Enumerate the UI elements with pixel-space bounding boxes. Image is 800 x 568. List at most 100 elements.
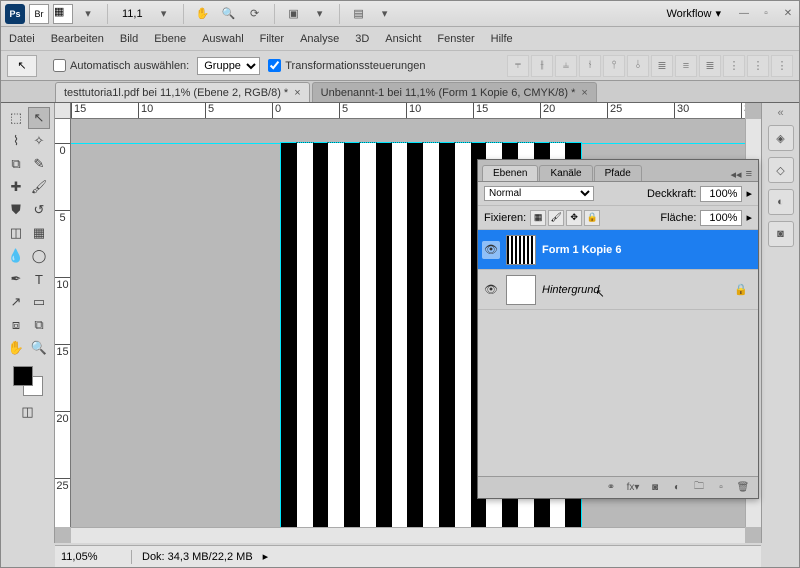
dodge-tool-icon[interactable]: ◯ [28, 245, 50, 267]
align-vcenter-icon[interactable]: ⫲ [531, 55, 553, 77]
tab-ebenen[interactable]: Ebenen [482, 165, 538, 181]
link-layers-icon[interactable]: ⚭ [602, 480, 620, 496]
zoom-tool-icon[interactable]: 🔍 [218, 3, 240, 25]
menu-3d[interactable]: 3D [355, 33, 369, 45]
distribute-bottom-icon[interactable]: ≣ [699, 55, 721, 77]
fill-value[interactable]: 100% [700, 210, 742, 226]
history-brush-tool-icon[interactable]: ↺ [28, 199, 50, 221]
zoom-value[interactable]: 11,1 [116, 8, 149, 20]
move-tool-icon[interactable]: ↖ [28, 107, 50, 129]
type-tool-icon[interactable]: T [28, 268, 50, 290]
ruler-origin[interactable] [55, 103, 71, 119]
layer-row[interactable]: 👁 Hintergrund ↖ 🔒 [478, 270, 758, 310]
distribute-top-icon[interactable]: ≣ [651, 55, 673, 77]
blend-mode-select[interactable]: Normal [484, 186, 594, 201]
blur-tool-icon[interactable]: 💧 [5, 245, 27, 267]
camera-dock-icon[interactable]: ◙ [768, 221, 794, 247]
lock-all-icon[interactable]: 🔒 [584, 210, 600, 226]
path-select-tool-icon[interactable]: ↗ [5, 291, 27, 313]
doc-size-status[interactable]: Dok: 34,3 MB/22,2 MB [142, 551, 253, 563]
gradient-tool-icon[interactable]: ▦ [28, 222, 50, 244]
dropdown-icon[interactable]: ▾ [153, 3, 175, 25]
document-tab[interactable]: testtutoria1l.pdf bei 11,1% (Ebene 2, RG… [55, 82, 310, 102]
auto-select-checkbox[interactable]: Automatisch auswählen: [53, 59, 189, 72]
screen-mode-icon[interactable]: ▣ [283, 3, 305, 25]
menu-auswahl[interactable]: Auswahl [202, 33, 244, 45]
arrange-icon[interactable]: ▤ [348, 3, 370, 25]
shape-tool-icon[interactable]: ▭ [28, 291, 50, 313]
menu-bearbeiten[interactable]: Bearbeiten [51, 33, 104, 45]
lasso-tool-icon[interactable]: ⌇ [5, 130, 27, 152]
3d-camera-tool-icon[interactable]: ⧉ [28, 314, 50, 336]
align-top-icon[interactable]: ⫧ [507, 55, 529, 77]
lock-position-icon[interactable]: ✥ [566, 210, 582, 226]
dropdown-icon[interactable]: ▸ [263, 550, 269, 563]
close-icon[interactable]: × [294, 87, 300, 99]
align-bottom-icon[interactable]: ⫨ [555, 55, 577, 77]
horizontal-scrollbar[interactable] [71, 527, 745, 543]
hand-tool-icon[interactable]: ✋ [192, 3, 214, 25]
layer-row[interactable]: 👁 Form 1 Kopie 6 [478, 230, 758, 270]
quickmask-icon[interactable]: ◫ [17, 401, 39, 423]
stamp-tool-icon[interactable]: ⛊ [5, 199, 27, 221]
new-layer-icon[interactable]: ▫ [712, 480, 730, 496]
marquee-tool-icon[interactable]: ⬚ [5, 107, 27, 129]
layer-thumbnail[interactable] [506, 235, 536, 265]
menu-fenster[interactable]: Fenster [437, 33, 474, 45]
auto-select-target[interactable]: Gruppe [197, 57, 260, 75]
pen-tool-icon[interactable]: ✒ [5, 268, 27, 290]
distribute-right-icon[interactable]: ⋮ [771, 55, 793, 77]
lock-transparency-icon[interactable]: ▦ [530, 210, 546, 226]
eraser-tool-icon[interactable]: ◫ [5, 222, 27, 244]
layer-style-icon[interactable]: fx▾ [624, 480, 642, 496]
menu-ansicht[interactable]: Ansicht [385, 33, 421, 45]
delete-layer-icon[interactable]: 🗑 [734, 480, 752, 496]
dropdown-icon[interactable]: ▸ [746, 211, 752, 224]
zoom-tool-icon[interactable]: 🔍 [28, 337, 50, 359]
heal-tool-icon[interactable]: ✚ [5, 176, 27, 198]
align-left-icon[interactable]: ⫮ [579, 55, 601, 77]
layer-mask-icon[interactable]: ◙ [646, 480, 664, 496]
adjustment-layer-icon[interactable]: ◐ [668, 480, 686, 496]
visibility-icon[interactable]: 👁 [482, 281, 500, 299]
horizontal-ruler[interactable]: 1510 50 510 1520 2530 35 [71, 103, 745, 119]
panel-menu-icon[interactable]: ≡ [746, 168, 752, 181]
adjustments-dock-icon[interactable]: ◐ [768, 189, 794, 215]
3d-tool-icon[interactable]: ⧈ [5, 314, 27, 336]
rotate-view-icon[interactable]: ⟳ [244, 3, 266, 25]
distribute-hcenter-icon[interactable]: ⋮ [747, 55, 769, 77]
document-tab[interactable]: Unbenannt-1 bei 11,1% (Form 1 Kopie 6, C… [312, 82, 597, 102]
zoom-status[interactable]: 11,05% [61, 551, 121, 563]
dropdown-icon[interactable]: ▾ [309, 3, 331, 25]
brush-tool-icon[interactable]: 🖌 [28, 176, 50, 198]
tab-kanale[interactable]: Kanäle [539, 165, 592, 181]
workspace-switcher[interactable]: Workflow ▾ [658, 5, 729, 22]
layers-dock-icon[interactable]: ◈ [768, 125, 794, 151]
photoshop-icon[interactable]: Ps [5, 4, 25, 24]
layer-name[interactable]: Hintergrund [542, 284, 599, 296]
dropdown-icon[interactable]: ▾ [374, 3, 396, 25]
opacity-value[interactable]: 100% [700, 186, 742, 202]
lock-pixels-icon[interactable]: 🖌 [548, 210, 564, 226]
foreground-color-swatch[interactable] [13, 366, 33, 386]
eyedropper-tool-icon[interactable]: ✎ [28, 153, 50, 175]
layer-name[interactable]: Form 1 Kopie 6 [542, 244, 621, 256]
menu-analyse[interactable]: Analyse [300, 33, 339, 45]
dropdown-icon[interactable]: ▸ [746, 187, 752, 200]
current-tool-icon[interactable]: ↖ [7, 55, 37, 77]
menu-hilfe[interactable]: Hilfe [491, 33, 513, 45]
distribute-vcenter-icon[interactable]: ≡ [675, 55, 697, 77]
align-right-icon[interactable]: ⫰ [627, 55, 649, 77]
distribute-left-icon[interactable]: ⋮ [723, 55, 745, 77]
hand-tool-icon[interactable]: ✋ [5, 337, 27, 359]
collapse-icon[interactable]: « [777, 107, 783, 119]
menu-filter[interactable]: Filter [260, 33, 284, 45]
close-button[interactable]: ✕ [781, 7, 795, 21]
color-swatches[interactable] [13, 366, 43, 396]
menu-ebene[interactable]: Ebene [154, 33, 186, 45]
tab-pfade[interactable]: Pfade [594, 165, 642, 181]
magic-wand-tool-icon[interactable]: ✧ [28, 130, 50, 152]
minimize-button[interactable]: — [737, 7, 751, 21]
align-hcenter-icon[interactable]: ⫯ [603, 55, 625, 77]
new-group-icon[interactable]: 🗀 [690, 480, 708, 496]
